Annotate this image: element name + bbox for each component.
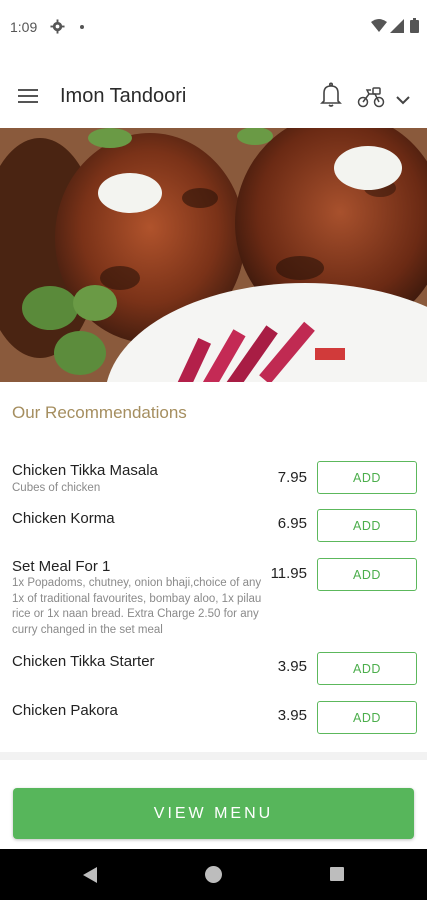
battery-icon [410, 18, 419, 38]
system-nav-bar [0, 849, 427, 900]
view-menu-button[interactable]: VIEW MENU [13, 788, 414, 839]
recommendations-title: Our Recommendations [12, 403, 187, 422]
food-photo [0, 128, 427, 382]
app-bar: Imon Tandoori [0, 56, 427, 128]
add-button[interactable]: ADD [317, 701, 417, 734]
add-button[interactable]: ADD [317, 652, 417, 685]
item-description: Cubes of chicken [12, 482, 101, 494]
item-price: 11.95 [270, 565, 307, 582]
delivery-bike-icon[interactable] [357, 86, 385, 113]
hero-food-image [0, 128, 427, 382]
item-price: 7.95 [277, 469, 307, 486]
add-button[interactable]: ADD [317, 461, 417, 494]
divider [0, 752, 427, 760]
item-price: 3.95 [277, 707, 307, 724]
signal-icon [390, 19, 404, 38]
wifi-icon [371, 19, 387, 38]
bell-icon[interactable] [320, 82, 342, 113]
add-button[interactable]: ADD [317, 509, 417, 542]
menu-icon[interactable] [18, 87, 40, 105]
chevron-down-icon[interactable] [396, 92, 410, 110]
item-name: Chicken Tikka Starter [12, 653, 155, 670]
item-description: 1x Popadoms, chutney, onion bhaji,choice… [12, 577, 262, 636]
item-name: Chicken Tikka Masala [12, 462, 158, 479]
item-name: Chicken Pakora [12, 702, 118, 719]
recents-icon[interactable] [330, 867, 344, 881]
back-icon[interactable] [82, 866, 98, 889]
dot-icon [80, 25, 84, 29]
item-name: Set Meal For 1 [12, 558, 111, 575]
gear-icon [50, 19, 65, 39]
item-price: 3.95 [277, 658, 307, 675]
status-bar: 1:09 [0, 0, 427, 56]
item-price: 6.95 [277, 515, 307, 532]
status-time: 1:09 [10, 19, 38, 35]
home-icon[interactable] [205, 866, 222, 883]
add-button[interactable]: ADD [317, 558, 417, 591]
item-name: Chicken Korma [12, 510, 115, 527]
restaurant-title: Imon Tandoori [60, 85, 187, 107]
